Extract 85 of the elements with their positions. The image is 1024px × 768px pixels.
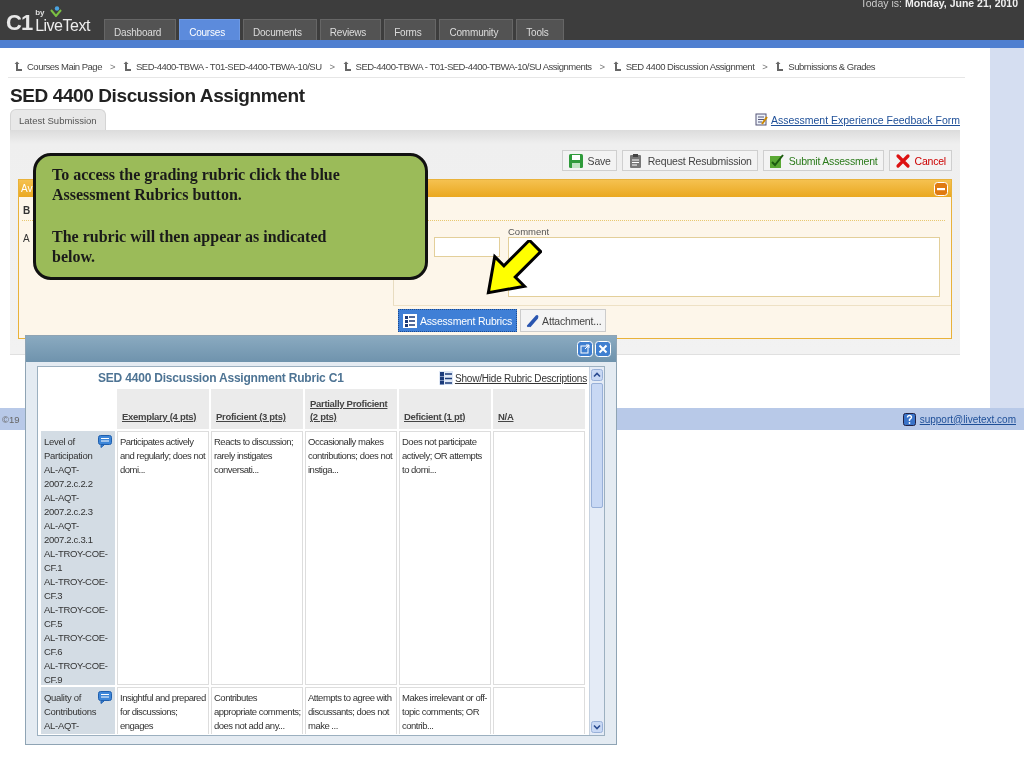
panel-button[interactable]: Attachment...	[520, 309, 607, 332]
rubric-cell: Makes irrelevant or off-topic comments; OR contrib...	[399, 687, 491, 734]
up-arrow-icon	[342, 61, 352, 72]
up-arrow-icon	[123, 61, 132, 72]
help-icon[interactable]	[902, 412, 916, 426]
rubric-grid-icon	[403, 313, 417, 328]
rubric-grid-icon	[438, 371, 453, 385]
breadcrumb-separator: >	[762, 61, 768, 72]
comment-icon[interactable]	[98, 435, 112, 448]
column-header: Deficient (1 pt)	[399, 389, 491, 429]
tab[interactable]: Latest Submission	[10, 109, 106, 130]
popout-icon[interactable]	[577, 341, 593, 357]
form-edit-icon	[754, 113, 768, 126]
rubric-cell: Contributes appropriate comments; does not add any...	[211, 687, 303, 734]
rubric-cell: Reacts to discussion; rarely instigates conversati...	[211, 431, 303, 685]
save-button[interactable]: Save	[561, 150, 617, 171]
standard-code: AL-TROY-COE-CF.1	[44, 547, 109, 575]
page-title: SED 4400 Discussion Assignment	[10, 84, 306, 108]
figure-icon	[50, 6, 63, 17]
panel-button[interactable]: Assessment Rubrics	[398, 309, 518, 332]
standard-code: AL-AQT-2007.2.c.2.2	[44, 463, 94, 491]
nav-tab[interactable]: Community	[439, 19, 514, 40]
standard-code: AL-TROY-COE-CF.3	[44, 575, 109, 603]
field-label: A	[23, 233, 30, 244]
column-header: Partially Proficient (2 pts)	[305, 389, 397, 429]
close-icon	[894, 152, 911, 169]
rubric-cell: Insightful and prepared for discussions; engages	[117, 687, 209, 734]
up-arrow-icon	[14, 61, 23, 72]
breadcrumb-separator: >	[599, 61, 605, 72]
column-header: N/A	[493, 389, 585, 429]
logo-mark: C1	[6, 12, 33, 34]
feedback-link[interactable]: Assessment Experience Feedback Form	[770, 113, 960, 126]
copyright-text: ©19	[2, 413, 20, 425]
rubric-title: SED 4400 Discussion Assignment Rubric C1	[97, 371, 344, 385]
breadcrumb-link[interactable]: SED-4400-TBWA - T01-SED-4400-TBWA-10/SU	[136, 61, 322, 72]
standard-code: AL-TROY-COE-CF.9	[44, 659, 109, 687]
up-arrow-icon	[775, 61, 785, 72]
breadcrumb-link[interactable]: SED-4400-TBWA - T01-SED-4400-TBWA-10/SU Assignments	[355, 61, 592, 72]
breadcrumb-link[interactable]: SED 4400 Discussion Assignment	[625, 61, 755, 72]
comment-field[interactable]	[508, 237, 940, 297]
nav-tab[interactable]: Dashboard	[104, 19, 177, 40]
collapse-icon[interactable]	[934, 181, 948, 196]
standard-code: AL-TROY-COE-CF.5	[44, 603, 109, 631]
standard-code: AL-TROY-COE-CF.6	[44, 631, 109, 659]
nav-tab[interactable]: Tools	[516, 19, 564, 40]
breadcrumb-separator: >	[109, 61, 115, 72]
logo-name: LiveText	[35, 17, 90, 34]
up-arrow-icon	[612, 61, 622, 72]
nav-tab[interactable]: Forms	[384, 19, 437, 40]
scroll-up-icon[interactable]	[591, 369, 603, 381]
criterion-name: Quality of Contributions	[44, 691, 97, 719]
column-header: Exemplary (4 pts)	[117, 389, 209, 429]
support-link[interactable]: support@livetext.com	[919, 413, 1016, 425]
checkmark-icon	[768, 152, 785, 169]
standard-code: AL-AQT-2007.2.c.2.3	[44, 491, 94, 519]
rubric-cell: Attempts to agree with discussants; does not make ...	[305, 687, 397, 734]
resubmit-button[interactable]: Request Resubmission	[621, 150, 758, 171]
clipboard-icon	[627, 152, 644, 169]
nav-tab[interactable]: Reviews	[319, 19, 382, 40]
cancel-button[interactable]: Cancel	[888, 150, 952, 171]
panel-header-text: Av	[21, 183, 33, 194]
comment-icon[interactable]	[98, 691, 113, 704]
paperclip-icon	[525, 313, 540, 328]
callout-text: The rubric will then appear as indicated below.	[52, 227, 328, 267]
rubric-cell: Participates actively and regularly; does not domi...	[117, 431, 209, 685]
submit-button[interactable]: Submit Assessment	[762, 150, 884, 171]
rubric-cell: Occasionally makes contributions; does not instiga...	[305, 431, 397, 685]
rubric-cell: Does not participate actively; OR attempts to domi...	[399, 431, 491, 685]
breadcrumb-separator: >	[329, 61, 335, 72]
scroll-down-icon[interactable]	[591, 721, 603, 733]
logo-by: by	[35, 8, 45, 17]
standard-code: AL-AQT-2007.2.c.3.1	[44, 519, 94, 547]
score-field[interactable]	[434, 237, 500, 257]
toggle-descriptions-link[interactable]: Show/Hide Rubric Descriptions	[454, 372, 587, 384]
breadcrumb-link[interactable]: Submissions & Grades	[788, 61, 875, 72]
column-header: Proficient (3 pts)	[211, 389, 303, 429]
nav-tab[interactable]: Documents	[242, 19, 317, 40]
date-text: Monday, June 21, 2010	[904, 0, 1018, 9]
criterion-name: Level of Participation	[44, 435, 94, 463]
breadcrumb-link[interactable]: Courses Main Page	[27, 61, 102, 72]
standard-code: AL-AQT-	[44, 719, 80, 733]
close-icon[interactable]	[595, 341, 611, 357]
nav-tab[interactable]: Courses	[179, 19, 240, 40]
date-label: Today is:	[860, 0, 902, 9]
comment-label: Comment	[508, 226, 551, 236]
